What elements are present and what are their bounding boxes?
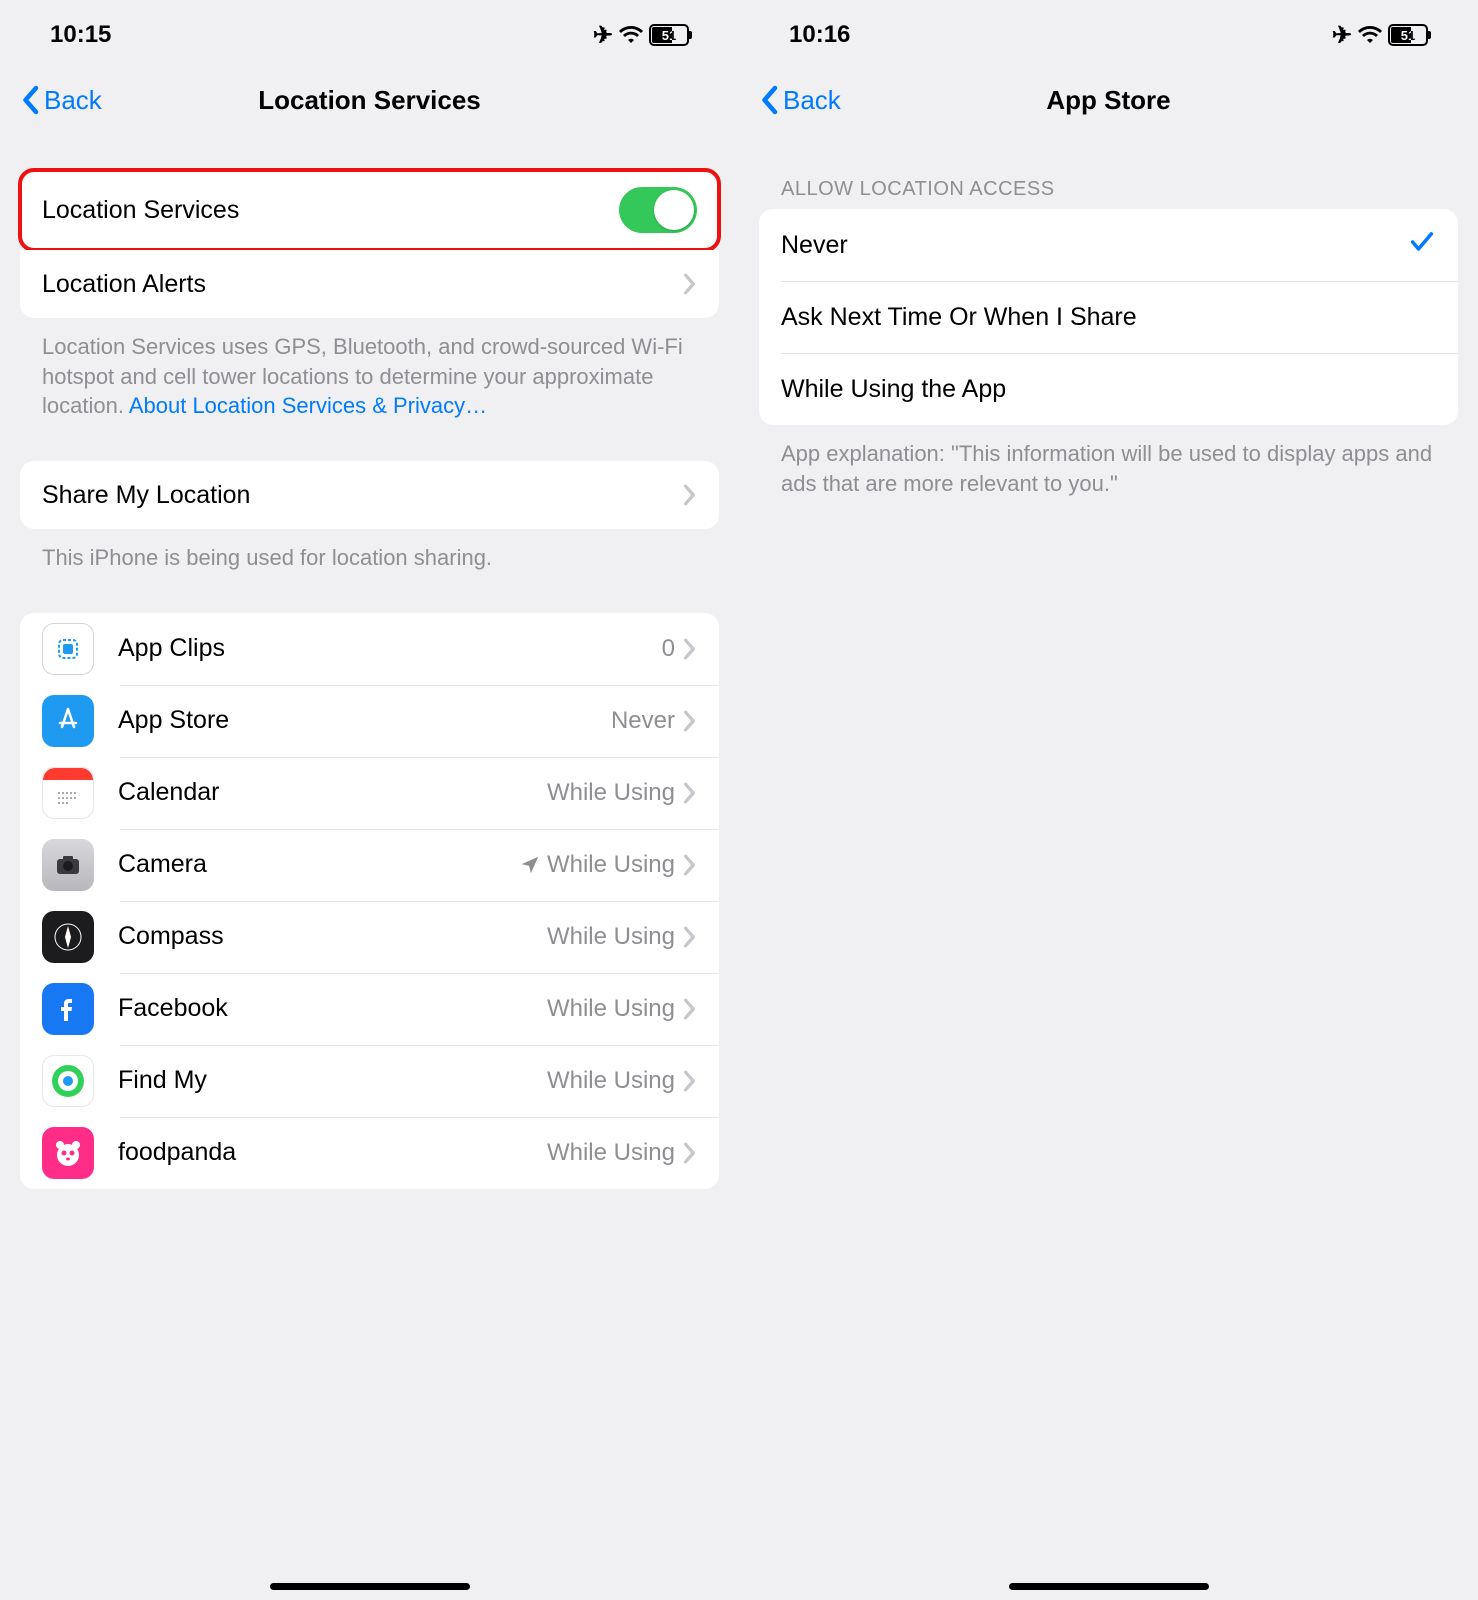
app-permission-value: While Using <box>547 995 675 1023</box>
page-title: App Store <box>1046 85 1170 116</box>
app-icon <box>42 839 94 891</box>
wifi-icon <box>1358 25 1382 45</box>
screen-app-store-location: 10:16 ✈ 51 Back App Store ALLOW LOCATION… <box>739 0 1478 1600</box>
location-arrow-icon <box>519 854 541 876</box>
share-my-location-row[interactable]: Share My Location <box>20 461 719 529</box>
app-icon <box>42 983 94 1035</box>
chevron-right-icon <box>683 782 697 804</box>
nav-header: Back App Store <box>759 70 1458 130</box>
app-row-compass[interactable]: CompassWhile Using <box>20 901 719 973</box>
back-label: Back <box>783 85 841 116</box>
app-row-calendar[interactable]: CalendarWhile Using <box>20 757 719 829</box>
toggle-switch[interactable] <box>619 187 697 233</box>
location-option-ask-next-time-or-when-i-share[interactable]: Ask Next Time Or When I Share <box>759 281 1458 353</box>
toggle-label: Location Services <box>42 196 619 225</box>
airplane-icon: ✈ <box>593 21 613 50</box>
app-row-app-store[interactable]: App StoreNever <box>20 685 719 757</box>
chevron-right-icon <box>683 998 697 1020</box>
option-label: Ask Next Time Or When I Share <box>781 303 1436 332</box>
app-list-section: App Clips0App StoreNeverCalendarWhile Us… <box>20 613 719 1189</box>
option-label: Never <box>781 231 1408 260</box>
battery-icon: 51 <box>1388 24 1428 46</box>
row-label: Location Alerts <box>42 270 683 299</box>
privacy-link[interactable]: About Location Services & Privacy… <box>129 393 487 418</box>
chevron-right-icon <box>683 710 697 732</box>
location-option-never[interactable]: Never <box>759 209 1458 281</box>
chevron-left-icon <box>759 85 779 115</box>
home-indicator[interactable] <box>1009 1583 1209 1590</box>
location-services-toggle-section: Location Services <box>20 170 719 250</box>
app-icon <box>42 623 94 675</box>
chevron-right-icon <box>683 273 697 295</box>
status-time: 10:16 <box>789 21 850 49</box>
airplane-icon: ✈ <box>1332 21 1352 50</box>
location-services-description: Location Services uses GPS, Bluetooth, a… <box>20 318 719 421</box>
app-icon <box>42 767 94 819</box>
app-name: Camera <box>118 850 519 879</box>
check-icon <box>1408 228 1436 263</box>
option-label: While Using the App <box>781 375 1436 404</box>
app-name: Facebook <box>118 994 547 1023</box>
screen-location-services: 10:15 ✈ 51 Back Location Services Locati… <box>0 0 739 1600</box>
location-access-options: Never Ask Next Time Or When I Share While … <box>759 209 1458 425</box>
app-permission-value: Never <box>611 707 675 735</box>
app-icon <box>42 695 94 747</box>
app-row-camera[interactable]: Camera While Using <box>20 829 719 901</box>
app-name: App Clips <box>118 634 662 663</box>
chevron-right-icon <box>683 484 697 506</box>
status-bar: 10:15 ✈ 51 <box>20 0 719 70</box>
nav-header: Back Location Services <box>20 70 719 130</box>
app-icon <box>42 1055 94 1107</box>
row-label: Share My Location <box>42 481 683 510</box>
location-services-toggle-row[interactable]: Location Services <box>20 170 719 250</box>
chevron-right-icon <box>683 638 697 660</box>
app-permission-value: While Using <box>547 1067 675 1095</box>
share-location-section: Share My Location <box>20 461 719 529</box>
app-permission-value: While Using <box>547 851 675 879</box>
chevron-left-icon <box>20 85 40 115</box>
app-name: App Store <box>118 706 611 735</box>
home-indicator[interactable] <box>270 1583 470 1590</box>
app-row-app-clips[interactable]: App Clips0 <box>20 613 719 685</box>
app-permission-value: While Using <box>547 779 675 807</box>
chevron-right-icon <box>683 926 697 948</box>
share-location-description: This iPhone is being used for location s… <box>20 529 719 573</box>
app-permission-value: While Using <box>547 923 675 951</box>
chevron-right-icon <box>683 1070 697 1092</box>
app-icon <box>42 1127 94 1179</box>
app-name: Calendar <box>118 778 547 807</box>
app-name: foodpanda <box>118 1138 547 1167</box>
chevron-right-icon <box>683 854 697 876</box>
app-permission-value: 0 <box>662 635 675 663</box>
app-permission-value: While Using <box>547 1139 675 1167</box>
location-alerts-section: Location Alerts <box>20 250 719 318</box>
back-label: Back <box>44 85 102 116</box>
status-icons: ✈ 51 <box>1332 21 1428 50</box>
page-title: Location Services <box>258 85 481 116</box>
app-name: Find My <box>118 1066 547 1095</box>
app-row-foodpanda[interactable]: foodpandaWhile Using <box>20 1117 719 1189</box>
app-name: Compass <box>118 922 547 951</box>
app-icon <box>42 911 94 963</box>
app-row-find-my[interactable]: Find MyWhile Using <box>20 1045 719 1117</box>
status-bar: 10:16 ✈ 51 <box>759 0 1458 70</box>
chevron-right-icon <box>683 1142 697 1164</box>
location-option-while-using-the-app[interactable]: While Using the App <box>759 353 1458 425</box>
app-row-facebook[interactable]: FacebookWhile Using <box>20 973 719 1045</box>
back-button[interactable]: Back <box>20 85 102 116</box>
battery-icon: 51 <box>649 24 689 46</box>
section-header: ALLOW LOCATION ACCESS <box>759 178 1458 209</box>
location-alerts-row[interactable]: Location Alerts <box>20 250 719 318</box>
back-button[interactable]: Back <box>759 85 841 116</box>
status-time: 10:15 <box>50 21 111 49</box>
status-icons: ✈ 51 <box>593 21 689 50</box>
wifi-icon <box>619 25 643 45</box>
app-explanation: App explanation: "This information will … <box>759 425 1458 498</box>
